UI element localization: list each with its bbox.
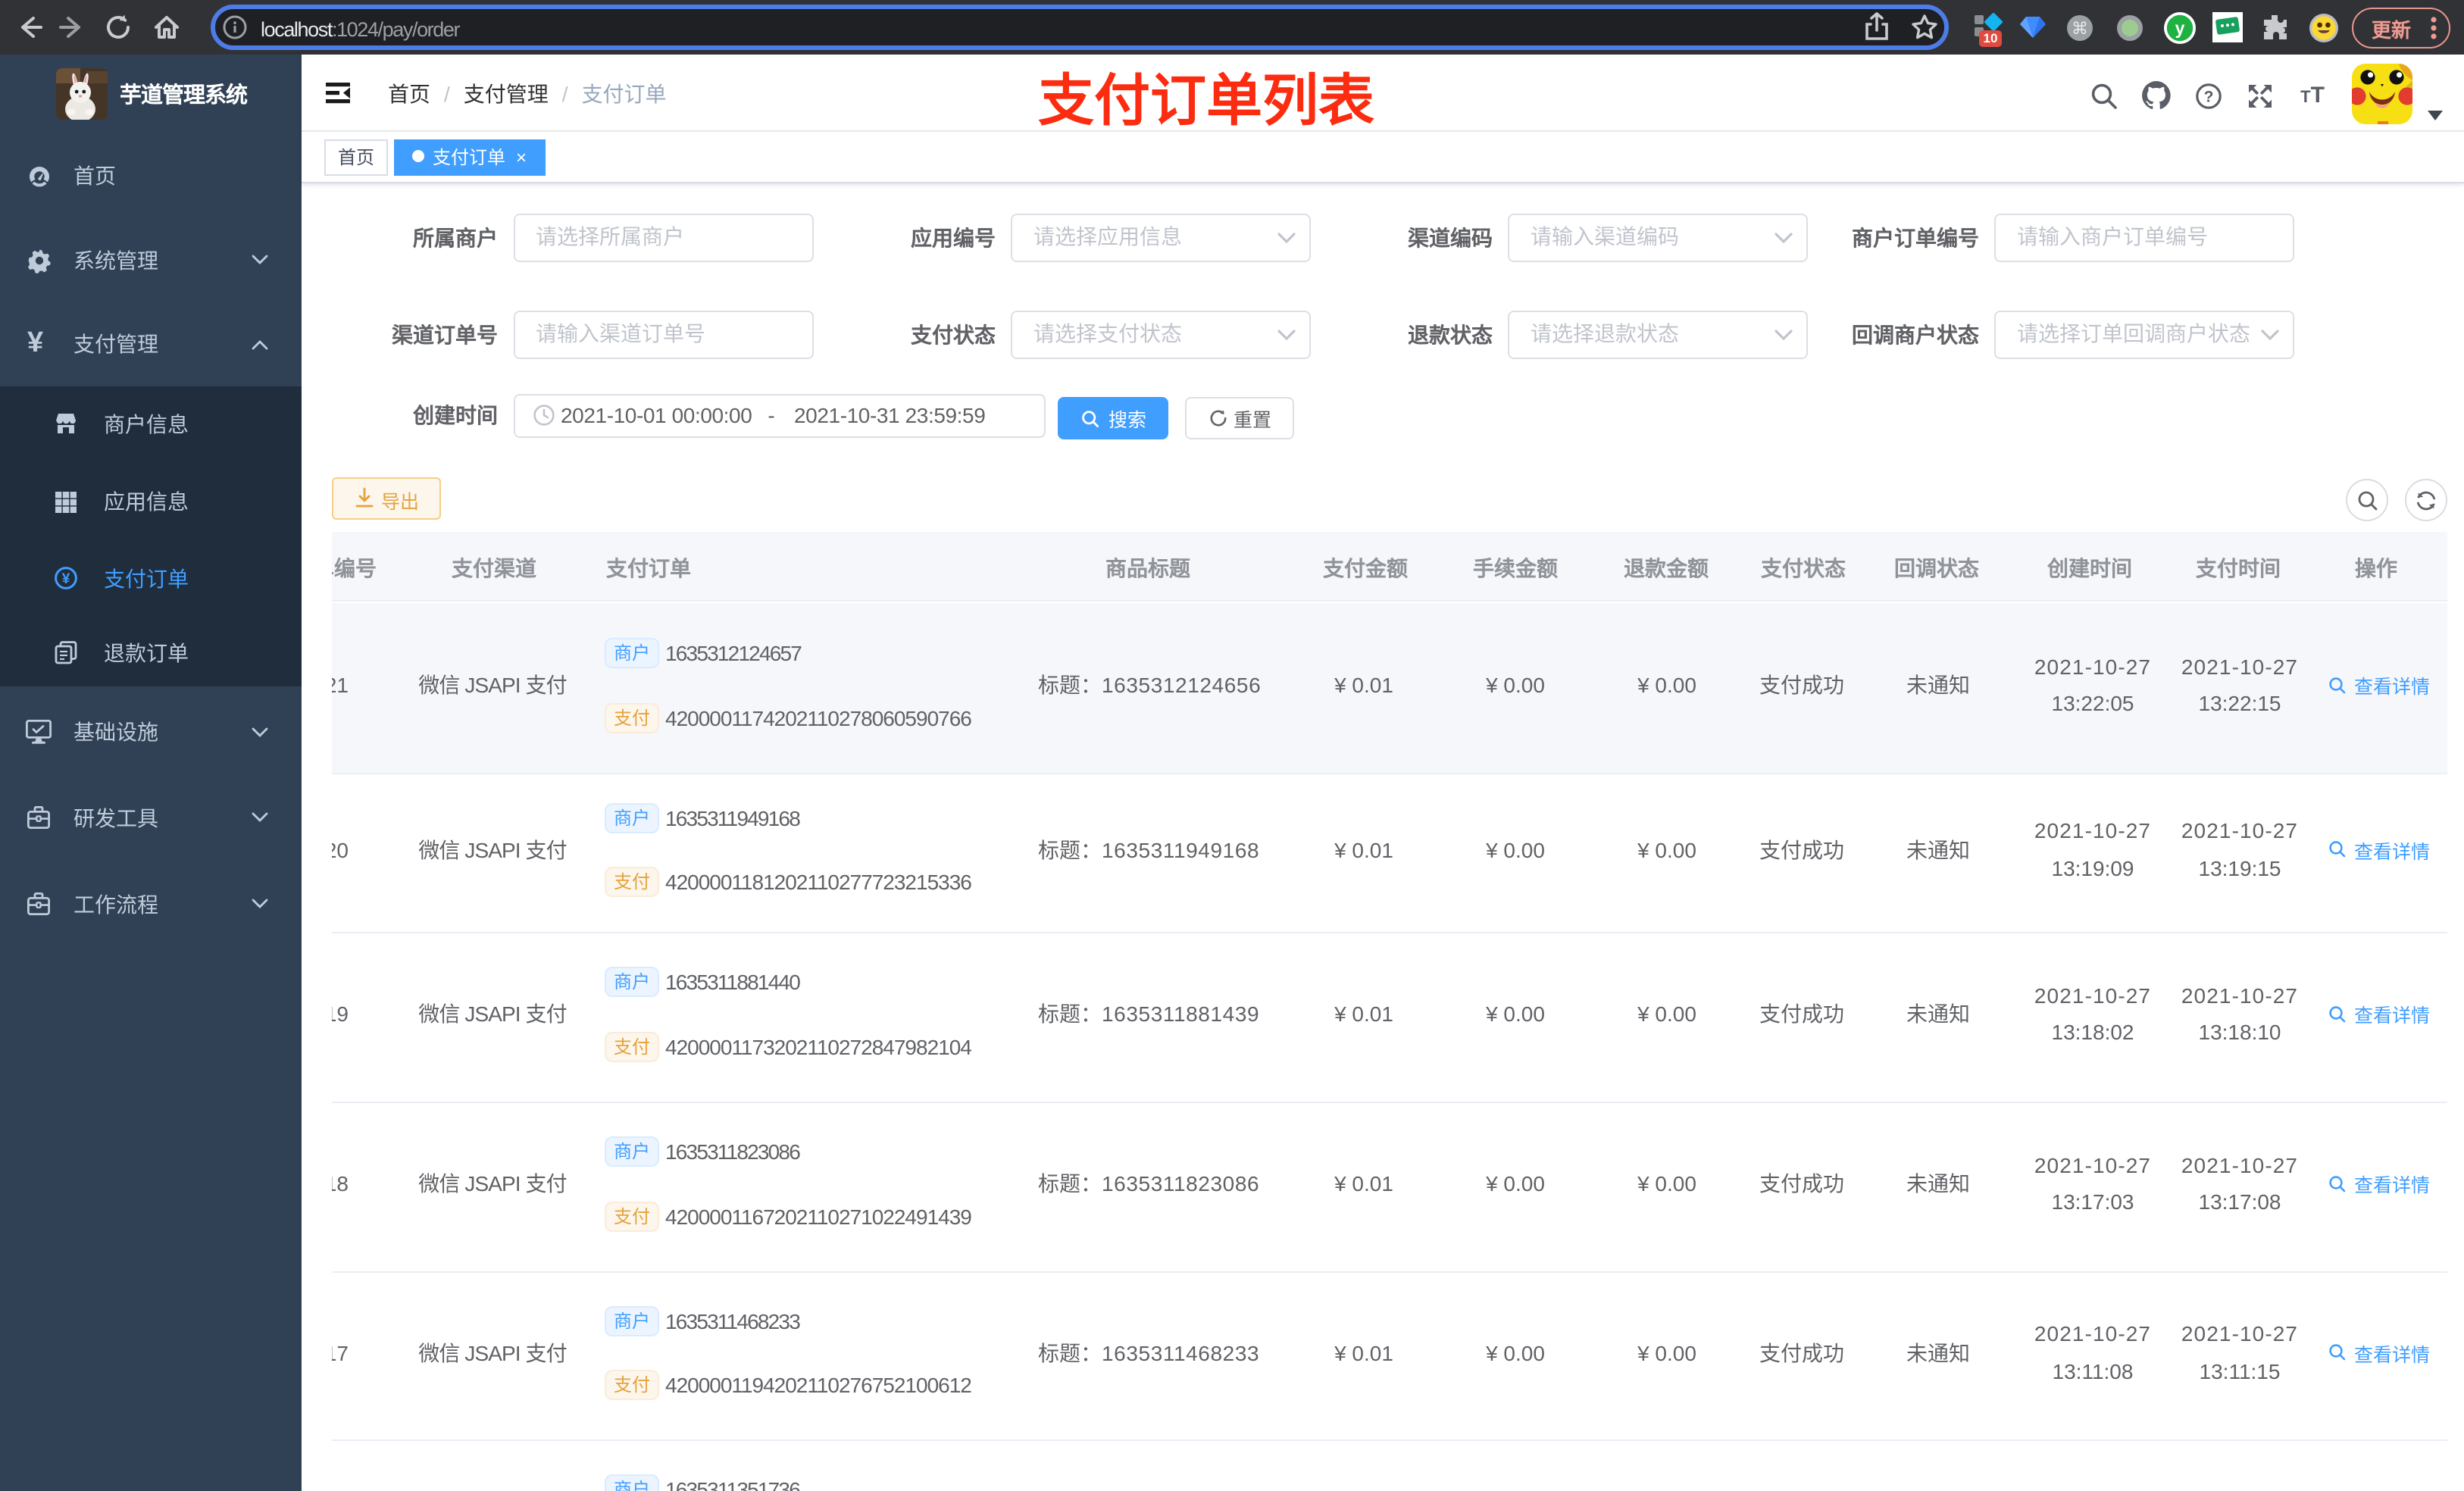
svg-text:?: ? [2204,88,2214,105]
svg-text:y: y [2175,18,2185,38]
svg-text:⌘: ⌘ [2072,19,2088,38]
svg-text:¥: ¥ [62,571,70,587]
